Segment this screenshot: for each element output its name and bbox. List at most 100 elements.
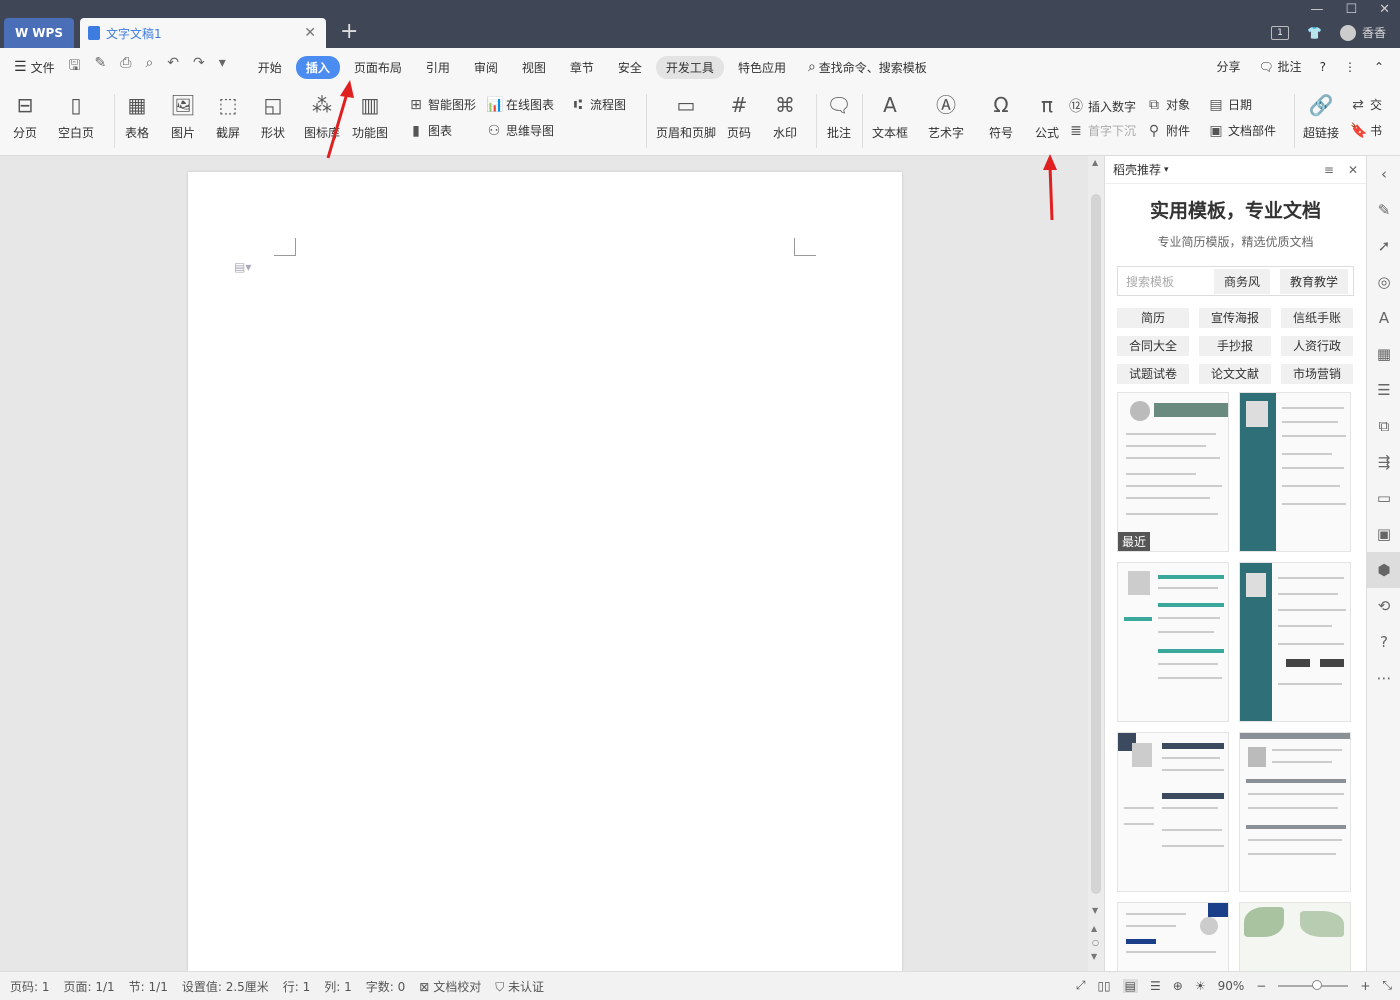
more-icon[interactable]: ⋮ <box>1344 60 1356 74</box>
tab-special[interactable]: 特色应用 <box>728 56 796 79</box>
category-item[interactable]: 人资行政 <box>1281 336 1353 356</box>
scroll-up-icon[interactable]: ▲ <box>1092 158 1098 167</box>
chip-business[interactable]: 商务风 <box>1214 268 1271 294</box>
category-item[interactable]: 简历 <box>1117 308 1189 328</box>
wps-home-tab[interactable]: W WPS <box>4 18 74 48</box>
gallery-icon[interactable]: ⧉ <box>1367 408 1400 444</box>
screenshot-button[interactable]: ⬚ 截屏 <box>215 92 241 141</box>
zoom-in-icon[interactable]: + <box>1360 979 1370 993</box>
format-painter-icon[interactable]: ✎ <box>95 55 107 79</box>
zoom-slider[interactable] <box>1278 979 1349 990</box>
tab-page-layout[interactable]: 页面布局 <box>344 56 412 79</box>
status-section[interactable]: 节: 1/1 <box>129 978 168 995</box>
template-thumbnail[interactable] <box>1239 902 1351 972</box>
cross-reference-button[interactable]: ⇄ 交 <box>1350 96 1382 113</box>
scroll-down-icon[interactable]: ▼ <box>1092 906 1098 915</box>
table-button[interactable]: ▦ 表格 <box>124 92 150 141</box>
category-item[interactable]: 宣传海报 <box>1199 308 1271 328</box>
mindmap-button[interactable]: ⚇ 思维导图 <box>486 122 554 139</box>
doc-parts-button[interactable]: ▣ 文档部件 <box>1208 122 1276 139</box>
status-word-count[interactable]: 字数: 0 <box>366 978 406 995</box>
file-menu[interactable]: ☰ 文件 <box>14 59 55 76</box>
reading-mode-icon[interactable]: ▯▯ <box>1097 979 1110 993</box>
minimize-icon[interactable]: — <box>1310 2 1323 17</box>
skin-icon[interactable]: 👕 <box>1307 26 1322 40</box>
shapes-icon[interactable]: ◎ <box>1367 264 1400 300</box>
blank-page-button[interactable]: ▯ 空白页 <box>58 92 94 141</box>
comment-button[interactable]: 🗨 批注 <box>826 92 852 141</box>
page-view-icon[interactable]: ▤ <box>1122 978 1138 993</box>
online-chart-button[interactable]: 📊 在线图表 <box>486 96 554 113</box>
new-tab-button[interactable]: + <box>340 20 358 44</box>
zoom-level[interactable]: 90% <box>1218 979 1245 993</box>
template-thumbnail[interactable] <box>1117 902 1229 972</box>
collapse-sidebar-icon[interactable]: ‹ <box>1367 156 1400 192</box>
panel-close-icon[interactable]: ✕ <box>1348 163 1358 177</box>
insert-number-button[interactable]: ⑫ 插入数字 <box>1068 96 1136 116</box>
maximize-icon[interactable]: ☐ <box>1345 2 1357 17</box>
tab-developer[interactable]: 开发工具 <box>655 55 724 79</box>
page-number-button[interactable]: # 页码 <box>726 92 752 141</box>
print-icon[interactable]: ⎙ <box>120 55 131 79</box>
settings-icon[interactable]: ☰ <box>1367 372 1400 408</box>
watermark-button[interactable]: ⌘ 水印 <box>772 92 798 141</box>
category-item[interactable]: 手抄报 <box>1199 336 1271 356</box>
tab-insert[interactable]: 插入 <box>295 55 340 79</box>
select-browse-icon[interactable]: ○ <box>1092 938 1099 947</box>
formula-button[interactable]: π 公式 <box>1034 92 1060 141</box>
status-setting[interactable]: 设置值: 2.5厘米 <box>182 978 269 995</box>
redo-icon[interactable]: ↷ <box>193 55 205 79</box>
print-preview-icon[interactable]: ⌕ <box>145 55 153 79</box>
template-thumbnail[interactable] <box>1239 732 1351 892</box>
category-item[interactable]: 试题试卷 <box>1117 364 1189 384</box>
template-thumbnail[interactable] <box>1239 562 1351 722</box>
tab-references[interactable]: 引用 <box>416 56 460 79</box>
date-button[interactable]: ▤ 日期 <box>1208 96 1252 113</box>
smart-shape-button[interactable]: ⊞ 智能图形 <box>408 96 476 113</box>
symbol-button[interactable]: Ω 符号 <box>988 92 1014 141</box>
more-icon[interactable]: ⋯ <box>1367 660 1400 696</box>
help-icon[interactable]: ? <box>1320 60 1326 74</box>
undo-icon[interactable]: ↶ <box>167 55 179 79</box>
category-item[interactable]: 合同大全 <box>1117 336 1189 356</box>
status-page-number[interactable]: 页码: 1 <box>10 978 50 995</box>
window-count-badge[interactable]: 1 <box>1271 25 1290 40</box>
template-search-input[interactable]: 搜索模板 <box>1126 273 1204 290</box>
zoom-out-icon[interactable]: − <box>1256 979 1266 993</box>
chevron-down-icon[interactable]: ▾ <box>1164 165 1169 175</box>
panel-menu-icon[interactable]: ≡ <box>1324 163 1334 177</box>
share-icon[interactable]: ⇶ <box>1367 444 1400 480</box>
tab-chapter[interactable]: 章节 <box>560 56 604 79</box>
header-footer-button[interactable]: ▭ 页眉和页脚 <box>656 92 716 141</box>
zoom-slider-handle[interactable] <box>1312 979 1323 990</box>
eye-care-icon[interactable]: ☀ <box>1195 979 1206 993</box>
template-thumbnail[interactable] <box>1117 732 1229 892</box>
fullscreen-icon[interactable]: ⤢ <box>1076 978 1086 993</box>
web-view-icon[interactable]: ⊕ <box>1173 979 1183 993</box>
tab-security[interactable]: 安全 <box>608 56 652 79</box>
status-column[interactable]: 列: 1 <box>324 978 352 995</box>
chart-button[interactable]: ▮ 图表 <box>408 122 452 139</box>
outline-view-icon[interactable]: ☰ <box>1150 979 1161 993</box>
share-button[interactable]: 分享 <box>1216 58 1240 75</box>
document-tab[interactable]: 文字文稿1 ✕ <box>80 18 326 48</box>
template-thumbnail[interactable] <box>1239 392 1351 552</box>
shape-button[interactable]: ◱ 形状 <box>260 92 286 141</box>
bookmark-button[interactable]: 🔖 书 <box>1350 122 1382 139</box>
hyperlink-button[interactable]: 🔗 超链接 <box>1303 92 1339 141</box>
chip-education[interactable]: 教育教学 <box>1280 268 1349 294</box>
wordart-button[interactable]: Ⓐ 艺术字 <box>928 92 964 141</box>
tab-start[interactable]: 开始 <box>248 56 292 79</box>
picture-button[interactable]: 🖼 图片 <box>170 92 196 141</box>
certification-status[interactable]: ⛉ 未认证 <box>495 978 544 995</box>
status-row[interactable]: 行: 1 <box>283 978 311 995</box>
close-window-icon[interactable]: ✕ <box>1379 2 1390 17</box>
history-icon[interactable]: ⟲ <box>1367 588 1400 624</box>
attachment-button[interactable]: ⚲ 附件 <box>1146 122 1190 139</box>
scroll-thumb[interactable] <box>1091 194 1101 894</box>
template-thumbnail[interactable]: 最近 <box>1117 392 1229 552</box>
document-page[interactable]: ▤▾ <box>188 172 902 972</box>
panel-title[interactable]: 稻壳推荐 <box>1113 161 1161 178</box>
proofread-button[interactable]: ⊠ 文档校对 <box>419 978 481 995</box>
comment-menu-button[interactable]: 🗨 批注 <box>1258 58 1301 75</box>
